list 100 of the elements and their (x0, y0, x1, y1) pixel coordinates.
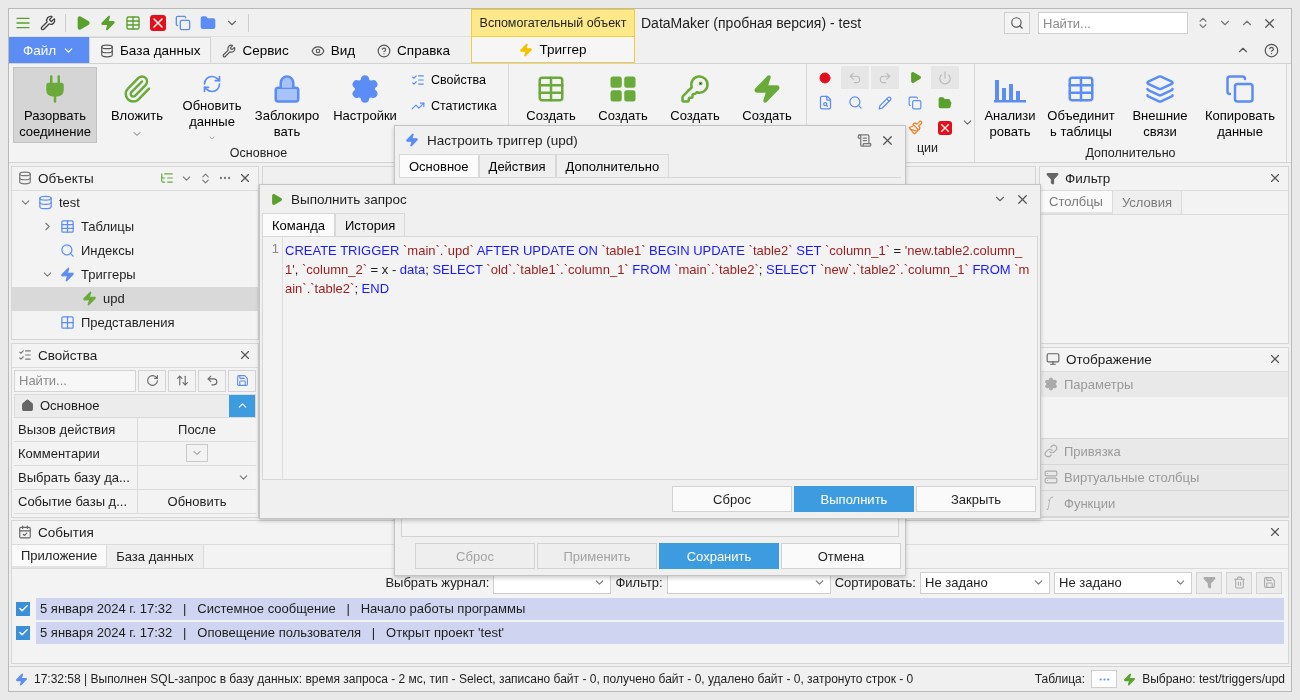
field-label: Выбрать журнал: (385, 575, 490, 591)
tree-label: Триггеры (81, 267, 136, 283)
tree-item[interactable]: test (12, 190, 258, 215)
dialog-button[interactable]: Отмена (781, 543, 901, 569)
tree-label: test (59, 195, 80, 211)
undo-icon (205, 374, 219, 388)
scroll-icon[interactable] (857, 132, 872, 148)
expand-collapse-icon[interactable] (199, 171, 212, 185)
filter-button[interactable] (1196, 571, 1222, 594)
dropdown-button[interactable] (186, 444, 208, 463)
ribbon-button[interactable]: Создать (661, 67, 729, 143)
ribbon-button[interactable]: Вложить (101, 67, 173, 143)
tree-item[interactable]: Триггеры (12, 262, 258, 287)
search-button[interactable] (1004, 12, 1030, 34)
ribbon-tab[interactable]: Вид (299, 37, 367, 63)
save-button[interactable] (1256, 571, 1282, 594)
save-button[interactable] (228, 369, 256, 392)
refresh-button[interactable] (138, 369, 166, 392)
log-entry[interactable]: 5 января 2024 г. 17:32 | Системное сообщение | Начало работы программы (36, 597, 1284, 620)
table-add-icon[interactable] (125, 14, 141, 31)
lightning-icon (1123, 672, 1137, 686)
calendar-icon (18, 525, 32, 540)
more-button[interactable] (1091, 670, 1118, 689)
grid-icon (608, 74, 638, 104)
search-field[interactable]: Найти... (14, 369, 136, 392)
tree-item[interactable]: Таблицы (12, 214, 258, 239)
help-icon[interactable] (1264, 42, 1279, 58)
delete-icon (938, 120, 952, 135)
sort-select[interactable]: Не задано (1054, 571, 1192, 594)
group-label: Дополнительно (1085, 145, 1176, 162)
copy-icon[interactable] (175, 14, 191, 31)
file-search-icon (817, 95, 833, 110)
sort-button[interactable] (168, 369, 196, 392)
tree-icon[interactable] (160, 171, 174, 186)
tree-item[interactable]: Индексы (12, 238, 258, 263)
filter-icon (1202, 576, 1216, 590)
layers-icon (1145, 74, 1175, 104)
settings-icon (1044, 377, 1058, 392)
dialog-tab[interactable]: Действия (478, 154, 556, 177)
table-icon (1066, 74, 1096, 104)
tree-item[interactable]: Представления (12, 310, 258, 335)
ribbon-button[interactable]: Создать (589, 67, 657, 143)
dialog-tab[interactable]: История (334, 213, 406, 236)
ribbon-button[interactable]: Объединить таблицы (1041, 67, 1121, 143)
ribbon-button[interactable]: Внешние связи (1122, 67, 1198, 143)
checkbox[interactable] (16, 625, 30, 640)
field-label: Сортировать: (834, 575, 916, 591)
dialog-title: Выполнить запрос (291, 191, 408, 207)
checkbox[interactable] (16, 601, 30, 616)
tree-item[interactable]: upd (12, 286, 258, 311)
dialog-button[interactable]: Сброс (672, 486, 792, 512)
filter-icon (1046, 171, 1059, 185)
properties-icon (18, 348, 32, 363)
ribbon-button[interactable]: Разорвать соединение (13, 67, 97, 143)
status-message: 17:32:58 | Выполнен SQL-запрос в базу данных: время запроса - 2 мс, тип - Select, записано байт - 0, получено байт - 0, удалено байт - 0, затронуто строк - 0 (34, 672, 915, 687)
database-icon (18, 171, 32, 186)
ribbon-tab[interactable]: Сервис (211, 37, 300, 63)
play-icon (270, 192, 283, 206)
log-entry[interactable]: 5 января 2024 г. 17:32 | Оповещение пользователя | Открыт проект 'test' (36, 621, 1284, 644)
dialog-tab[interactable]: Команда (262, 213, 335, 236)
ribbon-button[interactable]: Заблокировать (251, 67, 323, 143)
ribbon-button[interactable]: Обновить данные (177, 67, 247, 143)
panel-title: События (38, 524, 95, 540)
link-icon (1044, 444, 1058, 459)
dialog-tab[interactable]: Дополнительно (555, 154, 670, 177)
ribbon-tab[interactable]: База данных (89, 37, 212, 63)
play-icon[interactable] (75, 14, 91, 31)
window-title: DataMaker (пробная версия) - test (641, 15, 863, 31)
code-editor[interactable] (262, 237, 1038, 480)
panel-tab[interactable]: База данных (107, 544, 204, 568)
settings-icon (350, 74, 380, 104)
dialog-tab[interactable]: Основное (399, 154, 479, 177)
panel-title: Фильтр (1065, 170, 1112, 186)
folder-icon[interactable] (200, 14, 216, 31)
sort-select[interactable]: Не задано (920, 571, 1050, 594)
lightning-icon[interactable] (100, 14, 116, 31)
ribbon-button[interactable]: Копировать данные (1199, 67, 1281, 143)
save-icon (235, 374, 249, 388)
dialog-button[interactable]: Закрыть (916, 486, 1036, 512)
collapse-button[interactable] (229, 394, 255, 417)
ribbon-button[interactable]: Анализировать (980, 67, 1040, 143)
lightning-icon (752, 74, 782, 104)
ribbon-tab[interactable]: Справка (366, 37, 462, 63)
lightning-icon (15, 672, 28, 686)
delete-icon[interactable] (150, 14, 166, 31)
panel-tab[interactable]: Приложение (12, 544, 108, 568)
search-icon (1010, 16, 1024, 30)
ribbon-tab[interactable]: Триггер (471, 37, 635, 63)
sort-icon (175, 374, 189, 388)
ribbon-small-button[interactable]: Статистика (407, 95, 501, 117)
property-name: Комментарии (14, 441, 138, 465)
tree-label: Индексы (81, 243, 134, 259)
search-field[interactable]: Найти... (1038, 12, 1188, 34)
status-selection: Выбрано: test/triggers/upd (1142, 672, 1285, 687)
ribbon-small-button[interactable]: Свойства (407, 69, 501, 91)
play-icon (908, 71, 922, 84)
tools-icon[interactable] (40, 14, 56, 31)
undo-button[interactable] (198, 369, 226, 392)
ribbon-button[interactable]: Создать (733, 67, 801, 143)
tools-icon (222, 43, 237, 58)
